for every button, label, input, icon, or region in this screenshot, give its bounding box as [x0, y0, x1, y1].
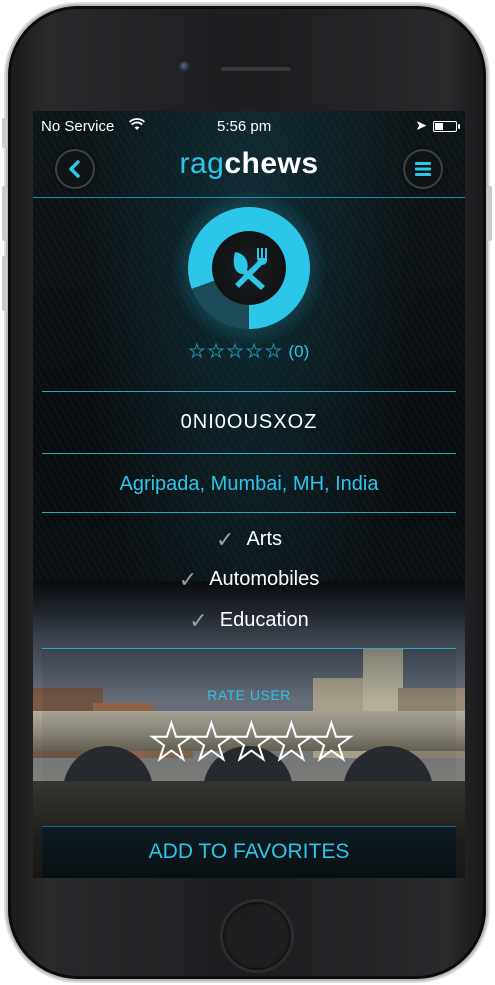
fork-knife-icon: [233, 248, 267, 290]
check-icon: ✓: [189, 608, 208, 633]
interest-item: ✓ Arts: [33, 527, 465, 553]
divider: [42, 391, 456, 392]
interest-label: Arts: [246, 528, 282, 550]
rate-star-5[interactable]: ★: [308, 716, 355, 768]
brand-prefix: rag: [179, 147, 225, 180]
carrier-label: No Service: [41, 118, 115, 135]
rate-stars: ★★★★★: [42, 716, 456, 768]
app-screen: No Service 5:56 pm ➤ ragchews ★★★★★(0): [33, 111, 465, 878]
rating-stars: ★★★★★: [188, 341, 285, 362]
rate-user-panel: RATE USER ★★★★★: [42, 648, 456, 827]
rating-count: (0): [288, 342, 310, 361]
add-to-favorites-button[interactable]: ADD TO FAVORITES: [42, 826, 456, 878]
rate-star-2[interactable]: ★: [188, 716, 235, 768]
location-arrow-icon: ➤: [415, 117, 427, 133]
check-icon: ✓: [216, 527, 235, 552]
earpiece-speaker: [220, 65, 292, 71]
interest-item: ✓ Automobiles: [33, 567, 465, 593]
battery-icon: [433, 121, 460, 132]
interest-label: Education: [219, 609, 309, 631]
brand-suffix: chews: [224, 147, 319, 180]
rate-star-3[interactable]: ★: [228, 716, 275, 768]
menu-button[interactable]: [403, 149, 443, 189]
volume-down-button: [2, 256, 7, 311]
clock: 5:56 pm: [217, 118, 272, 135]
mute-switch: [2, 118, 7, 148]
avatar: [170, 189, 328, 347]
user-location: Agripada, Mumbai, MH, India: [119, 473, 379, 495]
interest-label: Automobiles: [209, 568, 320, 590]
volume-up-button: [2, 186, 7, 241]
status-bar: No Service 5:56 pm ➤: [41, 116, 460, 136]
rate-star-4[interactable]: ★: [268, 716, 315, 768]
username: 0NI0OUSXOZ: [180, 411, 318, 433]
hamburger-icon: [415, 162, 431, 176]
divider: [42, 512, 456, 513]
rate-star-1[interactable]: ★: [148, 716, 195, 768]
wifi-icon: [128, 118, 146, 135]
front-camera: [179, 61, 191, 73]
check-icon: ✓: [178, 567, 198, 592]
home-button[interactable]: [220, 899, 294, 973]
rate-user-label: RATE USER: [207, 687, 291, 703]
app-logo: ragchews: [33, 147, 465, 181]
interest-item: ✓ Education: [33, 608, 465, 634]
power-button: [487, 186, 492, 241]
divider: [42, 453, 456, 454]
user-rating: ★★★★★ (0): [33, 341, 465, 362]
